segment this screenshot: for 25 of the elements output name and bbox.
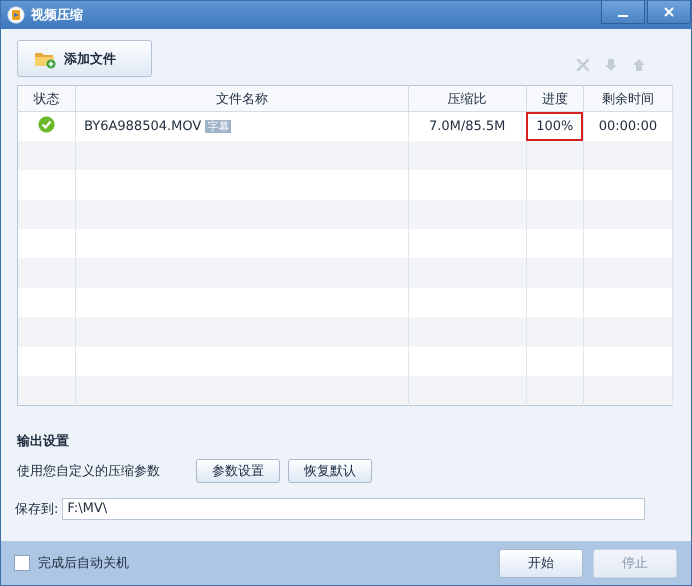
description-text: 使用您自定义的压缩参数 (17, 462, 160, 480)
app-logo-icon (7, 6, 25, 24)
remaining-time: 00:00:00 (598, 118, 658, 134)
column-header: 状态 (18, 86, 76, 112)
column-header: 进度 (526, 86, 584, 112)
column-header: 剩余时间 (583, 86, 672, 112)
compression-ratio: 7.0M/85.5M (428, 118, 506, 134)
section-heading: 输出设置 (17, 432, 70, 450)
save-label: 保存到: (15, 500, 58, 518)
parameter-settings-button[interactable]: 参数设置 (196, 458, 280, 483)
restore-defaults-button[interactable]: 恢复默认 (288, 458, 372, 483)
file-name: BY6A988504.MOV (84, 118, 202, 134)
window-title: 视频压缩 (31, 6, 83, 24)
start-button[interactable]: 开始 (499, 548, 583, 578)
close-icon (663, 6, 675, 18)
minimize-icon (618, 15, 628, 17)
column-header: 压缩比 (408, 86, 526, 112)
add-file-button[interactable]: 添加文件 (17, 40, 152, 77)
close-button[interactable] (647, 1, 691, 24)
subtitle-tag: 字幕 (205, 120, 232, 133)
checkbox[interactable] (14, 555, 30, 571)
shutdown-label: 完成后自动关机 (38, 555, 129, 572)
column-header: 文件名称 (76, 86, 408, 112)
progress-text: 100% (536, 118, 574, 134)
save-path-field[interactable]: F:\MV\ (62, 498, 646, 520)
